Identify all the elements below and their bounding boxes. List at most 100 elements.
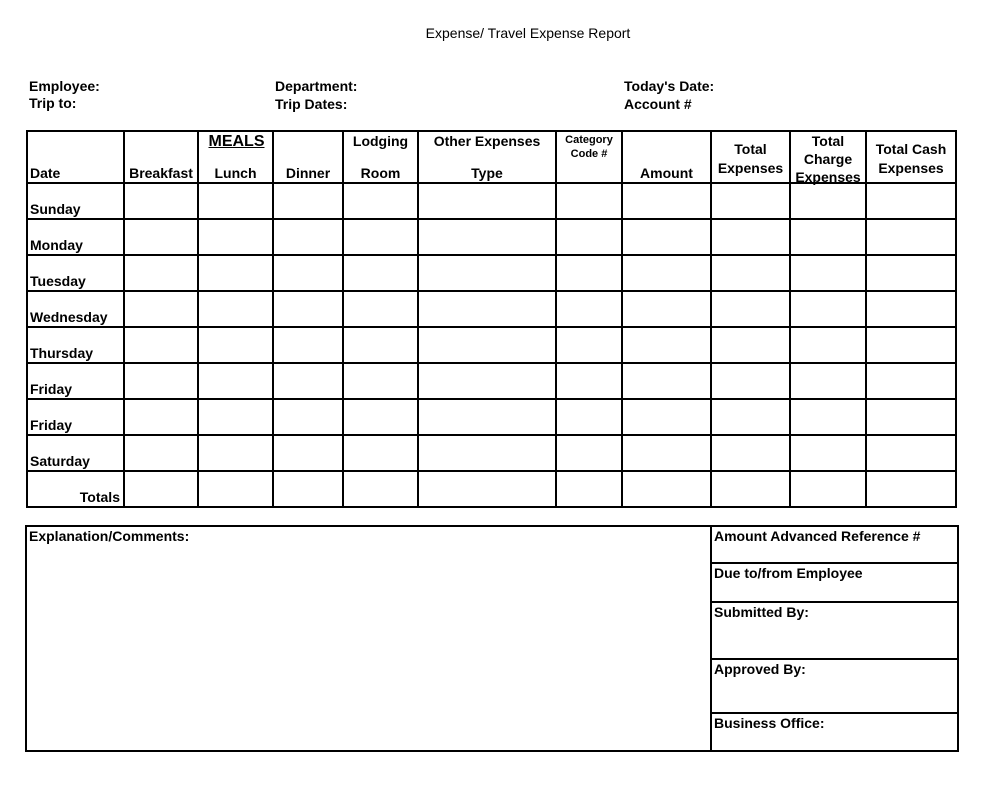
entry-cell[interactable]: [123, 398, 199, 436]
entry-cell[interactable]: [710, 398, 791, 436]
entry-cell[interactable]: [197, 398, 274, 436]
entry-cell[interactable]: [555, 182, 623, 220]
bottom-section: Explanation/Comments: Amount Advanced Re…: [25, 525, 959, 752]
total-cell[interactable]: [342, 470, 419, 508]
entry-cell[interactable]: [272, 182, 344, 220]
entry-cell[interactable]: [865, 434, 957, 472]
entry-cell[interactable]: [197, 326, 274, 364]
entry-cell[interactable]: [123, 290, 199, 328]
entry-cell[interactable]: [865, 182, 957, 220]
entry-cell[interactable]: [272, 326, 344, 364]
total-cell[interactable]: [621, 470, 712, 508]
entry-cell[interactable]: [417, 434, 557, 472]
due-to-from-field[interactable]: Due to/from Employee: [712, 564, 959, 603]
total-cell[interactable]: [123, 470, 199, 508]
entry-cell[interactable]: [123, 254, 199, 292]
entry-cell[interactable]: [710, 254, 791, 292]
entry-cell[interactable]: [621, 326, 712, 364]
total-cell[interactable]: [710, 470, 791, 508]
entry-cell[interactable]: [272, 290, 344, 328]
entry-cell[interactable]: [342, 182, 419, 220]
entry-cell[interactable]: [417, 290, 557, 328]
total-cell[interactable]: [272, 470, 344, 508]
entry-cell[interactable]: [789, 398, 867, 436]
entry-cell[interactable]: [710, 326, 791, 364]
entry-cell[interactable]: [710, 434, 791, 472]
entry-cell[interactable]: [123, 362, 199, 400]
total-cell[interactable]: [865, 470, 957, 508]
entry-cell[interactable]: [197, 362, 274, 400]
entry-cell[interactable]: [621, 254, 712, 292]
entry-cell[interactable]: [342, 254, 419, 292]
entry-cell[interactable]: [417, 254, 557, 292]
total-cell[interactable]: [197, 470, 274, 508]
entry-cell[interactable]: [342, 434, 419, 472]
entry-cell[interactable]: [342, 398, 419, 436]
entry-cell[interactable]: [272, 254, 344, 292]
entry-cell[interactable]: [417, 326, 557, 364]
entry-cell[interactable]: [197, 218, 274, 256]
entry-cell[interactable]: [789, 362, 867, 400]
business-office-field[interactable]: Business Office:: [712, 714, 959, 750]
entry-cell[interactable]: [342, 218, 419, 256]
entry-cell[interactable]: [342, 290, 419, 328]
approval-panel: Amount Advanced Reference # Due to/from …: [710, 527, 959, 750]
entry-cell[interactable]: [621, 434, 712, 472]
entry-cell[interactable]: [417, 398, 557, 436]
entry-cell[interactable]: [272, 398, 344, 436]
entry-cell[interactable]: [555, 362, 623, 400]
entry-cell[interactable]: [123, 182, 199, 220]
entry-cell[interactable]: [417, 218, 557, 256]
entry-cell[interactable]: [710, 290, 791, 328]
approved-by-field[interactable]: Approved By:: [712, 660, 959, 714]
entry-cell[interactable]: [272, 362, 344, 400]
entry-cell[interactable]: [789, 290, 867, 328]
entry-cell[interactable]: [621, 398, 712, 436]
entry-cell[interactable]: [621, 218, 712, 256]
entry-cell[interactable]: [197, 254, 274, 292]
entry-cell[interactable]: [789, 218, 867, 256]
entry-cell[interactable]: [789, 326, 867, 364]
entry-cell[interactable]: [123, 326, 199, 364]
submitted-by-field[interactable]: Submitted By:: [712, 603, 959, 660]
entry-cell[interactable]: [555, 290, 623, 328]
total-cell[interactable]: [555, 470, 623, 508]
entry-cell[interactable]: [555, 326, 623, 364]
entry-cell[interactable]: [555, 398, 623, 436]
amount-advanced-field[interactable]: Amount Advanced Reference #: [712, 527, 959, 564]
entry-cell[interactable]: [197, 290, 274, 328]
entry-cell[interactable]: [865, 218, 957, 256]
entry-cell[interactable]: [865, 254, 957, 292]
entry-cell[interactable]: [342, 362, 419, 400]
entry-cell[interactable]: [865, 362, 957, 400]
total-cell[interactable]: [417, 470, 557, 508]
entry-cell[interactable]: [710, 362, 791, 400]
entry-cell[interactable]: [417, 362, 557, 400]
entry-cell[interactable]: [710, 218, 791, 256]
entry-cell[interactable]: [621, 362, 712, 400]
entry-cell[interactable]: [417, 182, 557, 220]
total-cell[interactable]: [789, 470, 867, 508]
entry-cell[interactable]: [789, 182, 867, 220]
entry-cell[interactable]: [710, 182, 791, 220]
entry-cell[interactable]: [197, 182, 274, 220]
entry-cell[interactable]: [865, 398, 957, 436]
entry-cell[interactable]: [272, 434, 344, 472]
entry-cell[interactable]: [621, 182, 712, 220]
entry-cell[interactable]: [865, 290, 957, 328]
entry-cell[interactable]: [272, 218, 344, 256]
entry-cell[interactable]: [555, 254, 623, 292]
entry-cell[interactable]: [123, 434, 199, 472]
entry-cell[interactable]: [789, 254, 867, 292]
entry-cell[interactable]: [342, 326, 419, 364]
entry-cell[interactable]: [621, 290, 712, 328]
entry-cell[interactable]: [555, 434, 623, 472]
header-lodging-room: Lodging Room: [342, 130, 419, 184]
entry-cell[interactable]: [197, 434, 274, 472]
header-total-charge-expenses: Total Charge Expenses: [789, 130, 867, 185]
entry-cell[interactable]: [789, 434, 867, 472]
table-row: Wednesday: [26, 290, 957, 328]
entry-cell[interactable]: [555, 218, 623, 256]
entry-cell[interactable]: [865, 326, 957, 364]
entry-cell[interactable]: [123, 218, 199, 256]
